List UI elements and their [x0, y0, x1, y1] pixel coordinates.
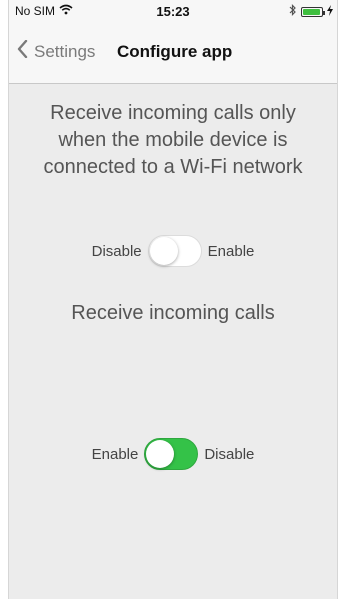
charging-icon — [327, 4, 333, 19]
back-button[interactable]: Settings — [17, 39, 96, 63]
toggle-knob — [149, 237, 178, 265]
page-title: Configure app — [117, 42, 233, 61]
nav-bar: Settings Configure app — [9, 22, 337, 84]
status-bar: No SIM 15:23 — [9, 0, 337, 22]
wifi-only-description: Receive incoming calls only when the mob… — [43, 102, 303, 178]
incoming-calls-right-label: Disable — [204, 445, 255, 463]
status-right — [289, 4, 333, 19]
wifi-only-toggle-row: Disable Enable — [9, 235, 337, 267]
wifi-only-toggle[interactable] — [147, 235, 202, 267]
phone-screen: No SIM 15:23 Settings Configure app Rece… — [8, 0, 338, 599]
incoming-calls-toggle[interactable] — [144, 438, 199, 470]
chevron-left-icon — [17, 39, 28, 63]
bluetooth-icon — [289, 4, 297, 19]
back-label: Settings — [34, 41, 96, 61]
incoming-calls-toggle-row: Enable Disable — [9, 438, 337, 470]
wifi-only-right-label: Enable — [207, 242, 255, 260]
toggle-knob — [146, 440, 175, 468]
incoming-calls-title: Receive incoming calls — [71, 302, 275, 324]
battery-icon — [301, 6, 325, 17]
wifi-only-left-label: Disable — [91, 242, 142, 260]
status-time: 15:23 — [156, 4, 190, 19]
incoming-calls-left-label: Enable — [91, 445, 139, 463]
